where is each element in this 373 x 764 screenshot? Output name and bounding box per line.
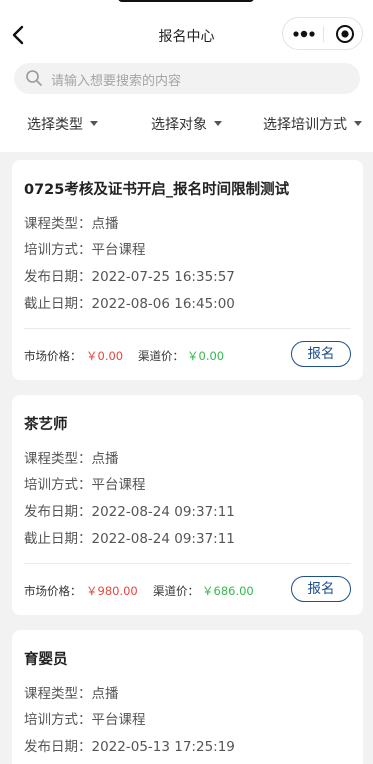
deadline-value: 2022-08-24 09:37:11 (91, 531, 235, 547)
course-type-value: 点播 (91, 686, 119, 702)
course-type-label: 课程类型： (24, 686, 92, 702)
training-mode-row: 培训方式：平台课程 (24, 238, 146, 258)
filter-audience[interactable]: 选择对象 (151, 114, 222, 134)
course-name: 育婴员 (24, 652, 68, 668)
publish-date-row: 发布日期：2022-08-24 09:37:11 (24, 500, 235, 520)
capsule-divider (323, 26, 324, 42)
channel-price-label: 渠道价： (138, 349, 184, 363)
card-divider (24, 563, 351, 564)
top-bar: 报名中心 请输入想要搜索的内容 选择类型 选择对象 选择培训方式 (0, 0, 373, 152)
course-type-value: 点播 (91, 216, 119, 232)
market-price-label: 市场价格： (24, 349, 82, 363)
publish-date-row: 发布日期：2022-05-13 17:25:19 (24, 735, 235, 755)
course-card[interactable]: 育婴员 课程类型：点播 培训方式：平台课程 发布日期：2022-05-13 17… (12, 630, 363, 764)
training-mode-label: 培训方式： (24, 712, 92, 728)
course-type-row: 课程类型：点播 (24, 212, 119, 232)
training-mode-value: 平台课程 (91, 477, 146, 493)
course-name: 茶艺师 (24, 417, 68, 433)
filter-audience-label: 选择对象 (151, 117, 207, 133)
signup-button[interactable]: 报名 (291, 341, 351, 367)
training-mode-row: 培训方式：平台课程 (24, 473, 146, 493)
publish-date-value: 2022-08-24 09:37:11 (91, 504, 235, 520)
training-mode-row: 培训方式：平台课程 (24, 708, 146, 728)
mini-program-capsule (282, 17, 363, 50)
channel-price-value: ￥0.00 (187, 349, 225, 363)
market-price-value: ￥980.00 (86, 584, 138, 598)
filter-training-mode[interactable]: 选择培训方式 (263, 114, 362, 134)
course-type-label: 课程类型： (24, 451, 92, 467)
publish-date-value: 2022-07-25 16:35:57 (91, 269, 235, 285)
publish-date-value: 2022-05-13 17:25:19 (91, 739, 235, 755)
deadline-row: 截止日期：2022-08-06 16:45:00 (24, 292, 235, 312)
caret-down-icon (214, 121, 222, 126)
publish-date-label: 发布日期： (24, 739, 92, 755)
publish-date-label: 发布日期： (24, 269, 92, 285)
status-notch (118, 0, 254, 2)
course-name: 0725考核及证书开启_报名时间限制测试 (24, 182, 290, 198)
deadline-row: 截止日期：2022-08-24 09:37:11 (24, 527, 235, 547)
filter-type-label: 选择类型 (27, 117, 83, 133)
card-divider (24, 328, 351, 329)
filter-type[interactable]: 选择类型 (27, 114, 98, 134)
training-mode-label: 培训方式： (24, 477, 92, 493)
training-mode-value: 平台课程 (91, 712, 146, 728)
search-icon (26, 70, 42, 86)
course-card[interactable]: 0725考核及证书开启_报名时间限制测试 课程类型：点播 培训方式：平台课程 发… (12, 160, 363, 380)
market-price-value: ￥0.00 (86, 349, 124, 363)
course-card[interactable]: 茶艺师 课程类型：点播 培训方式：平台课程 发布日期：2022-08-24 09… (12, 395, 363, 615)
course-type-row: 课程类型：点播 (24, 447, 119, 467)
filter-training-mode-label: 选择培训方式 (263, 117, 347, 133)
deadline-label: 截止日期： (24, 296, 92, 312)
caret-down-icon (354, 121, 362, 126)
search-input[interactable]: 请输入想要搜索的内容 (14, 63, 360, 94)
target-icon[interactable] (335, 24, 355, 44)
channel-price-value: ￥686.00 (202, 584, 254, 598)
publish-date-row: 发布日期：2022-07-25 16:35:57 (24, 265, 235, 285)
course-type-label: 课程类型： (24, 216, 92, 232)
deadline-label: 截止日期： (24, 531, 92, 547)
course-type-row: 课程类型：点播 (24, 682, 119, 702)
more-dots-icon[interactable] (292, 25, 320, 43)
training-mode-label: 培训方式： (24, 242, 92, 258)
market-price-label: 市场价格： (24, 584, 82, 598)
publish-date-label: 发布日期： (24, 504, 92, 520)
channel-price-label: 渠道价： (153, 584, 199, 598)
deadline-value: 2022-08-06 16:45:00 (91, 296, 235, 312)
course-type-value: 点播 (91, 451, 119, 467)
caret-down-icon (90, 121, 98, 126)
search-placeholder: 请输入想要搜索的内容 (51, 74, 182, 89)
training-mode-value: 平台课程 (91, 242, 146, 258)
signup-button[interactable]: 报名 (291, 576, 351, 602)
